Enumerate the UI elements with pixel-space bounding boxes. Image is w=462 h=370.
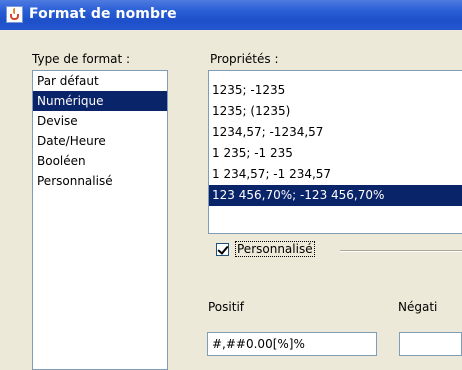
- format-type-item-boolean[interactable]: Booléen: [33, 151, 167, 171]
- format-type-list[interactable]: Par défaut Numérique Devise Date/Heure B…: [32, 70, 168, 370]
- format-type-item-custom[interactable]: Personnalisé: [33, 171, 167, 191]
- properties-item-selected[interactable]: 123 456,70%; -123 456,70%: [209, 185, 462, 206]
- properties-item[interactable]: 1 235; -1 235: [209, 143, 462, 164]
- format-type-item-currency[interactable]: Devise: [33, 111, 167, 131]
- title-bar[interactable]: Format de nombre: [0, 0, 462, 30]
- custom-checkbox-label[interactable]: Personnalisé: [235, 241, 315, 257]
- negative-format-input[interactable]: [399, 332, 462, 356]
- properties-item[interactable]: 1234,57; -1234,57: [209, 122, 462, 143]
- properties-item[interactable]: 1235; -1235: [209, 80, 462, 101]
- format-type-item-datetime[interactable]: Date/Heure: [33, 131, 167, 151]
- custom-checkbox[interactable]: [216, 243, 229, 256]
- group-divider: [340, 250, 462, 252]
- format-type-item-default[interactable]: Par défaut: [33, 71, 167, 91]
- format-type-item-numeric[interactable]: Numérique: [33, 91, 167, 111]
- format-type-label: Type de format :: [32, 52, 131, 66]
- positive-format-input[interactable]: #,##0.00[%]%: [207, 332, 377, 356]
- negative-label: Négati: [398, 300, 438, 314]
- properties-list[interactable]: 1235; -1235 1235; (1235) 1234,57; -1234,…: [208, 70, 462, 234]
- properties-label: Propriétés :: [210, 52, 279, 66]
- properties-item-partial[interactable]: [209, 71, 462, 80]
- java-icon: [6, 6, 23, 23]
- properties-item[interactable]: 1 234,57; -1 234,57: [209, 164, 462, 185]
- window-title: Format de nombre: [29, 6, 177, 22]
- positive-label: Positif: [208, 300, 244, 314]
- properties-item[interactable]: 1235; (1235): [209, 101, 462, 122]
- checkmark-icon: [217, 243, 229, 255]
